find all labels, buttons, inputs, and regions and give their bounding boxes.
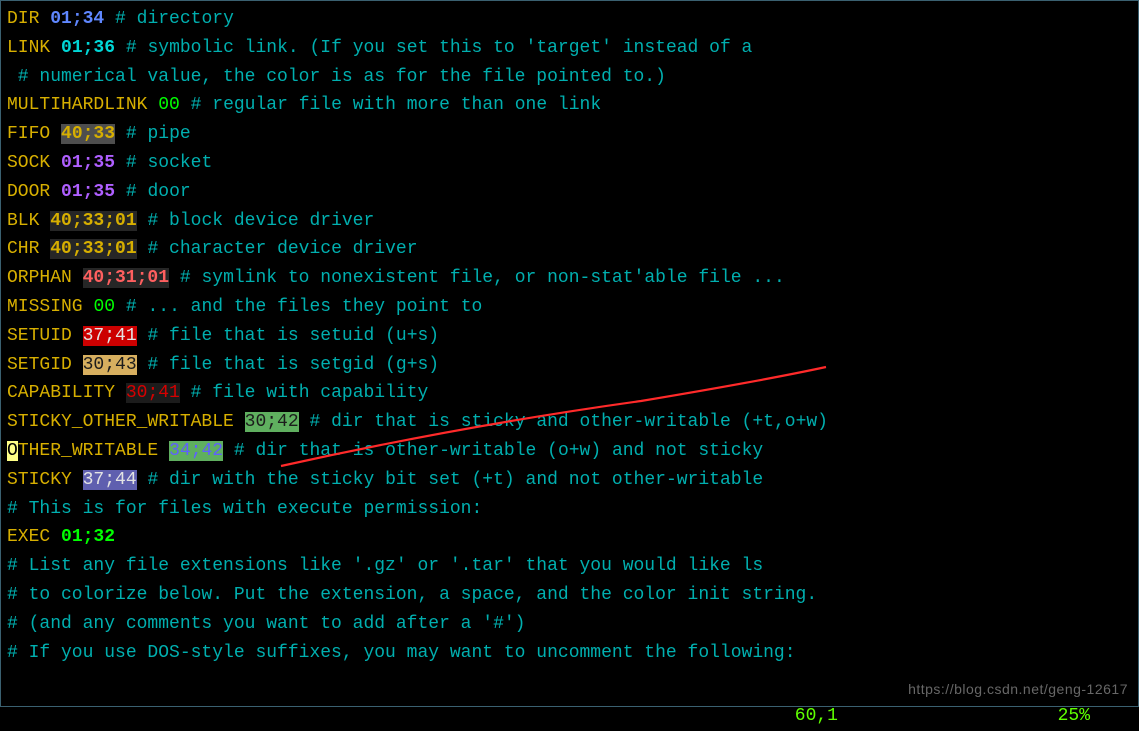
config-value: 00 <box>93 297 115 317</box>
config-key: MISSING <box>7 297 83 317</box>
config-key: CAPABILITY <box>7 383 115 403</box>
config-key: THER_WRITABLE <box>18 441 158 461</box>
config-comment: # socket <box>126 153 212 173</box>
config-line: MULTIHARDLINK 00 # regular file with mor… <box>7 91 1132 120</box>
config-line: STICKY 37;44 # dir with the sticky bit s… <box>7 466 1132 495</box>
config-comment: # dir with the sticky bit set (+t) and n… <box>147 470 763 490</box>
config-key: EXEC <box>7 527 50 547</box>
config-key: SETGID <box>7 355 72 375</box>
config-comment: # pipe <box>126 124 191 144</box>
config-line: SETGID 30;43 # file that is setgid (g+s) <box>7 351 1132 380</box>
config-comment: # file that is setgid (g+s) <box>147 355 439 375</box>
config-line: ORPHAN 40;31;01 # symlink to nonexistent… <box>7 264 1132 293</box>
config-comment-line: # If you use DOS-style suffixes, you may… <box>7 639 1132 668</box>
config-line: STICKY_OTHER_WRITABLE 30;42 # dir that i… <box>7 408 1132 437</box>
config-value: 01;34 <box>50 9 104 29</box>
config-comment-line: # (and any comments you want to add afte… <box>7 610 1132 639</box>
config-comment: # directory <box>115 9 234 29</box>
config-value: 01;35 <box>61 182 115 202</box>
config-value: 01;36 <box>61 38 115 58</box>
config-value: 01;32 <box>61 527 115 547</box>
config-line: CAPABILITY 30;41 # file with capability <box>7 379 1132 408</box>
config-comment: # door <box>126 182 191 202</box>
config-line: SOCK 01;35 # socket <box>7 149 1132 178</box>
config-value: 34;42 <box>169 441 223 461</box>
config-comment: # character device driver <box>147 239 417 259</box>
config-key: STICKY_OTHER_WRITABLE <box>7 412 234 432</box>
source-watermark: https://blog.csdn.net/geng-12617 <box>908 678 1128 700</box>
config-key: MULTIHARDLINK <box>7 95 147 115</box>
config-key: DOOR <box>7 182 50 202</box>
config-value: 40;33 <box>61 124 115 144</box>
config-comment: # ... and the files they point to <box>126 297 482 317</box>
config-value: 37;41 <box>83 326 137 346</box>
config-value: 40;33;01 <box>50 211 136 231</box>
config-value: 30;41 <box>126 383 180 403</box>
config-key: SOCK <box>7 153 50 173</box>
config-comment: # symlink to nonexistent file, or non-st… <box>180 268 785 288</box>
config-value: 30;42 <box>245 412 299 432</box>
config-line: DIR 01;34 # directory <box>7 5 1132 34</box>
config-line: EXEC 01;32 <box>7 523 1132 552</box>
config-line: FIFO 40;33 # pipe <box>7 120 1132 149</box>
config-line: DOOR 01;35 # door <box>7 178 1132 207</box>
terminal-editor-pane[interactable]: DIR 01;34 # directory LINK 01;36 # symbo… <box>7 5 1132 667</box>
config-comment: # dir that is other-writable (o+w) and n… <box>234 441 763 461</box>
config-key: ORPHAN <box>7 268 72 288</box>
config-line: CHR 40;33;01 # character device driver <box>7 235 1132 264</box>
config-comment: # block device driver <box>147 211 374 231</box>
config-comment-line: # This is for files with execute permiss… <box>7 495 1132 524</box>
config-line: BLK 40;33;01 # block device driver <box>7 207 1132 236</box>
config-value: 40;33;01 <box>50 239 136 259</box>
cursor-position: 60,1 <box>795 702 838 731</box>
config-comment-line: # List any file extensions like '.gz' or… <box>7 552 1132 581</box>
config-key: STICKY <box>7 470 72 490</box>
cursor: O <box>7 441 18 461</box>
config-comment-line: # to colorize below. Put the extension, … <box>7 581 1132 610</box>
config-key: LINK <box>7 38 50 58</box>
config-line: OTHER_WRITABLE 34;42 # dir that is other… <box>7 437 1132 466</box>
config-value: 30;43 <box>83 355 137 375</box>
config-comment: # file that is setuid (u+s) <box>147 326 439 346</box>
config-value: 37;44 <box>83 470 137 490</box>
config-comment: # file with capability <box>191 383 429 403</box>
config-comment: # dir that is sticky and other-writable … <box>309 412 827 432</box>
config-line: LINK 01;36 # symbolic link. (If you set … <box>7 34 1132 63</box>
config-comment: # symbolic link. (If you set this to 'ta… <box>126 38 753 58</box>
config-key: DIR <box>7 9 39 29</box>
config-value: 00 <box>158 95 180 115</box>
config-key: CHR <box>7 239 39 259</box>
config-line: MISSING 00 # ... and the files they poin… <box>7 293 1132 322</box>
config-key: SETUID <box>7 326 72 346</box>
config-comment: # regular file with more than one link <box>191 95 601 115</box>
config-value: 01;35 <box>61 153 115 173</box>
config-value: 40;31;01 <box>83 268 169 288</box>
config-comment-line: # numerical value, the color is as for t… <box>7 63 1132 92</box>
scroll-percent: 25% <box>1058 702 1090 731</box>
config-key: FIFO <box>7 124 50 144</box>
config-key: BLK <box>7 211 39 231</box>
config-line: SETUID 37;41 # file that is setuid (u+s) <box>7 322 1132 351</box>
